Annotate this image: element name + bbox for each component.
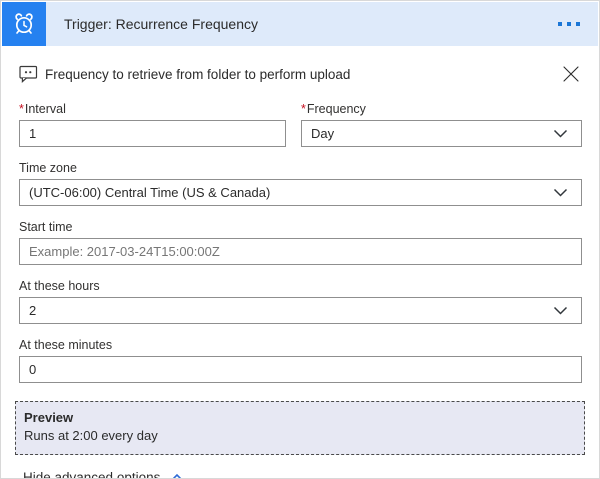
start-time-field-group: Start time bbox=[19, 220, 582, 265]
frequency-value: Day bbox=[311, 126, 335, 141]
minutes-input[interactable] bbox=[19, 356, 582, 383]
description-row: Frequency to retrieve from folder to per… bbox=[19, 63, 582, 85]
required-marker: * bbox=[19, 102, 24, 116]
frequency-field-group: * Frequency Day bbox=[301, 102, 582, 147]
timezone-value: (UTC-06:00) Central Time (US & Canada) bbox=[29, 185, 271, 200]
timezone-dropdown[interactable]: (UTC-06:00) Central Time (US & Canada) bbox=[19, 179, 582, 206]
frequency-label: * Frequency bbox=[301, 102, 366, 116]
chevron-up-icon bbox=[169, 471, 185, 478]
frequency-dropdown[interactable]: Day bbox=[301, 120, 582, 147]
start-time-label: Start time bbox=[19, 220, 73, 234]
comment-icon bbox=[19, 65, 38, 83]
hours-field-group: At these hours 2 bbox=[19, 279, 582, 324]
minutes-label: At these minutes bbox=[19, 338, 113, 352]
trigger-description: Frequency to retrieve from folder to per… bbox=[45, 66, 351, 82]
chevron-down-icon bbox=[552, 184, 569, 201]
required-marker: * bbox=[301, 102, 306, 116]
interval-field-group: * Interval bbox=[19, 102, 286, 147]
hours-value: 2 bbox=[29, 303, 37, 318]
hide-advanced-options-toggle[interactable]: Hide advanced options bbox=[19, 470, 185, 479]
timezone-field-group: Time zone (UTC-06:00) Central Time (US &… bbox=[19, 161, 582, 206]
chevron-down-icon bbox=[552, 302, 569, 319]
trigger-body: Frequency to retrieve from folder to per… bbox=[1, 47, 599, 479]
timezone-label: Time zone bbox=[19, 161, 77, 175]
preview-box: Preview Runs at 2:00 every day bbox=[15, 401, 585, 455]
ellipsis-menu-icon[interactable] bbox=[556, 16, 582, 32]
trigger-header: Trigger: Recurrence Frequency bbox=[2, 2, 598, 46]
preview-title: Preview bbox=[24, 410, 74, 425]
minutes-field-group: At these minutes bbox=[19, 338, 582, 383]
close-icon[interactable] bbox=[560, 63, 582, 85]
trigger-title: Trigger: Recurrence Frequency bbox=[64, 16, 259, 32]
hide-advanced-options-label: Hide advanced options bbox=[23, 470, 161, 479]
hours-label: At these hours bbox=[19, 279, 100, 293]
alarm-clock-icon bbox=[2, 2, 46, 46]
interval-frequency-row: * Interval * Frequency Day bbox=[19, 102, 582, 147]
start-time-input[interactable] bbox=[19, 238, 582, 265]
trigger-header-bar[interactable]: Trigger: Recurrence Frequency bbox=[46, 2, 598, 46]
interval-input[interactable] bbox=[19, 120, 286, 147]
recurrence-trigger-card: Trigger: Recurrence Frequency Frequency … bbox=[0, 0, 600, 479]
chevron-down-icon bbox=[552, 125, 569, 142]
hours-dropdown[interactable]: 2 bbox=[19, 297, 582, 324]
interval-label: * Interval bbox=[19, 102, 66, 116]
preview-text: Runs at 2:00 every day bbox=[24, 428, 158, 443]
